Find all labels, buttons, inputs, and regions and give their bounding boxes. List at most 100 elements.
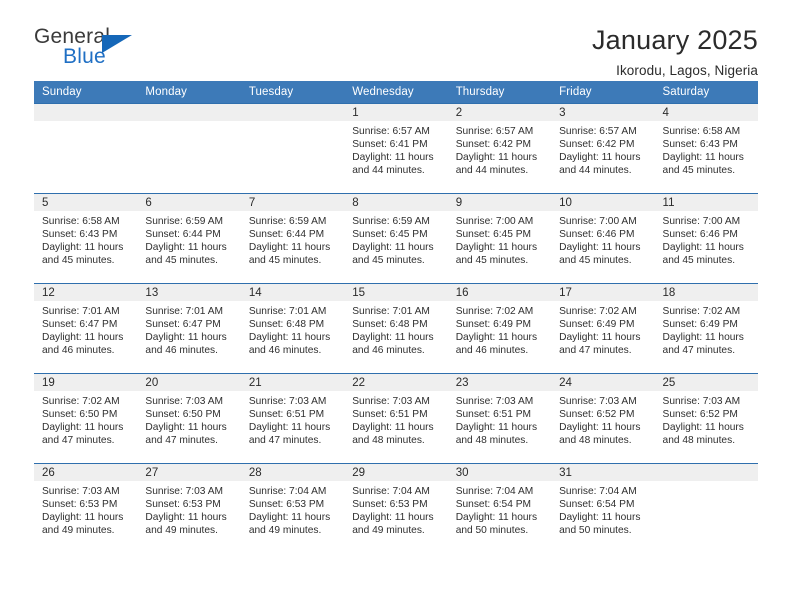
calendar-day-cell[interactable]: 18 Sunrise: 7:02 AM Sunset: 6:49 PM Dayligh… — [654, 283, 758, 374]
daylight-text-line1: Daylight: 11 hours — [662, 332, 744, 344]
calendar-day-cell[interactable]: 25 Sunrise: 7:03 AM Sunset: 6:52 PM Dayligh… — [654, 373, 758, 464]
calendar-day-cell[interactable]: 15 Sunrise: 7:01 AM Sunset: 6:48 PM Dayligh… — [344, 283, 448, 374]
daylight-text-line1: Daylight: 11 hours — [455, 422, 538, 434]
sunrise-text: Sunrise: 7:03 AM — [455, 396, 534, 407]
day-details: Sunrise: 7:00 AM Sunset: 6:46 PM Daylight:… — [551, 211, 654, 267]
calendar-day-cell[interactable]: 6 Sunrise: 6:59 AM Sunset: 6:44 PM Daylight… — [137, 193, 241, 284]
day-details: Sunrise: 7:02 AM Sunset: 6:49 PM Daylight:… — [655, 301, 758, 357]
calendar-day-cell[interactable]: 22 Sunrise: 7:03 AM Sunset: 6:51 PM Dayligh… — [344, 373, 448, 464]
sunset-text: Sunset: 6:51 PM — [455, 409, 532, 421]
daylight-text-line1: Daylight: 11 hours — [145, 422, 227, 434]
daylight-text-line2: and 45 minutes. — [662, 255, 736, 267]
sunrise-text: Sunrise: 7:02 AM — [42, 396, 120, 407]
calendar-day-cell[interactable]: 4 Sunrise: 6:58 AM Sunset: 6:43 PM Daylight… — [654, 103, 758, 194]
day-cell-inner: 24 Sunrise: 7:03 AM Sunset: 6:52 PM Dayligh… — [551, 374, 655, 463]
daylight-text-line1: Daylight: 11 hours — [559, 512, 641, 524]
daylight-text-line2: and 46 minutes. — [145, 345, 218, 357]
day-number: 15 — [344, 284, 448, 301]
daylight-text-line2: and 44 minutes. — [559, 165, 632, 177]
sunset-text: Sunset: 6:41 PM — [352, 139, 428, 151]
day-number: 21 — [240, 374, 345, 391]
sunrise-text: Sunrise: 6:58 AM — [662, 126, 741, 137]
calendar-day-cell[interactable]: 20 Sunrise: 7:03 AM Sunset: 6:50 PM Dayligh… — [137, 373, 241, 464]
day-number: 26 — [34, 464, 138, 481]
day-number: 5 — [34, 194, 138, 211]
calendar-day-cell[interactable]: 7 Sunrise: 6:59 AM Sunset: 6:44 PM Daylight… — [240, 193, 345, 284]
daylight-text-line1: Daylight: 11 hours — [352, 332, 434, 344]
day-cell-inner: 28 Sunrise: 7:04 AM Sunset: 6:53 PM Dayligh… — [240, 464, 345, 548]
weekday-header-monday: Monday — [137, 81, 241, 104]
day-number: 7 — [240, 194, 345, 211]
day-details: Sunrise: 7:00 AM Sunset: 6:45 PM Daylight:… — [448, 211, 551, 267]
sunrise-text: Sunrise: 6:57 AM — [352, 126, 430, 137]
daylight-text-line1: Daylight: 11 hours — [559, 242, 641, 254]
sunrise-text: Sunrise: 7:02 AM — [455, 306, 534, 317]
calendar-day-cell[interactable]: 9 Sunrise: 7:00 AM Sunset: 6:45 PM Daylight… — [447, 193, 552, 284]
daylight-text-line1: Daylight: 11 hours — [559, 332, 641, 344]
day-details: Sunrise: 6:57 AM Sunset: 6:41 PM Daylight:… — [344, 121, 447, 177]
daylight-text-line2: and 44 minutes. — [455, 165, 529, 177]
calendar-day-cell[interactable]: 27 Sunrise: 7:03 AM Sunset: 6:53 PM Dayligh… — [137, 463, 241, 548]
day-cell-inner: 8 Sunrise: 6:59 AM Sunset: 6:45 PM Daylight… — [344, 194, 448, 283]
calendar-week-row: 12 Sunrise: 7:01 AM Sunset: 6:47 PM Dayligh… — [34, 283, 758, 374]
sunrise-text: Sunrise: 7:02 AM — [662, 306, 741, 317]
day-number: 11 — [654, 194, 758, 211]
day-details: Sunrise: 7:02 AM Sunset: 6:50 PM Daylight:… — [34, 391, 137, 447]
calendar-day-cell[interactable]: 12 Sunrise: 7:01 AM Sunset: 6:47 PM Dayligh… — [34, 283, 138, 374]
day-details: Sunrise: 7:00 AM Sunset: 6:46 PM Daylight:… — [655, 211, 758, 267]
weekday-header-tuesday: Tuesday — [240, 81, 345, 104]
sunrise-text: Sunrise: 7:03 AM — [42, 486, 120, 497]
daylight-text-line2: and 45 minutes. — [145, 255, 218, 267]
sunset-text: Sunset: 6:54 PM — [455, 499, 532, 511]
calendar-day-cell[interactable]: 21 Sunrise: 7:03 AM Sunset: 6:51 PM Dayligh… — [240, 373, 345, 464]
sunset-text: Sunset: 6:47 PM — [145, 319, 221, 331]
calendar-day-cell[interactable]: 24 Sunrise: 7:03 AM Sunset: 6:52 PM Dayligh… — [551, 373, 655, 464]
calendar-day-cell[interactable]: 17 Sunrise: 7:02 AM Sunset: 6:49 PM Dayligh… — [551, 283, 655, 374]
day-cell-inner: 27 Sunrise: 7:03 AM Sunset: 6:53 PM Dayligh… — [137, 464, 241, 548]
calendar-day-cell[interactable]: 3 Sunrise: 6:57 AM Sunset: 6:42 PM Daylight… — [551, 103, 655, 194]
sunset-text: Sunset: 6:52 PM — [559, 409, 635, 421]
daylight-text-line1: Daylight: 11 hours — [352, 242, 434, 254]
day-number: 12 — [34, 284, 138, 301]
calendar-day-cell[interactable]: 16 Sunrise: 7:02 AM Sunset: 6:49 PM Dayligh… — [447, 283, 552, 374]
calendar-day-cell[interactable]: 10 Sunrise: 7:00 AM Sunset: 6:46 PM Dayligh… — [551, 193, 655, 284]
day-cell-inner: 30 Sunrise: 7:04 AM Sunset: 6:54 PM Dayligh… — [447, 464, 552, 548]
calendar-day-cell[interactable]: 13 Sunrise: 7:01 AM Sunset: 6:47 PM Dayligh… — [137, 283, 241, 374]
daylight-text-line2: and 48 minutes. — [455, 435, 529, 447]
logo-word-blue: Blue — [63, 45, 106, 68]
sunset-text: Sunset: 6:42 PM — [559, 139, 635, 151]
calendar-day-cell[interactable]: 19 Sunrise: 7:02 AM Sunset: 6:50 PM Dayligh… — [34, 373, 138, 464]
daylight-text-line1: Daylight: 11 hours — [455, 332, 538, 344]
calendar-day-cell[interactable]: 8 Sunrise: 6:59 AM Sunset: 6:45 PM Daylight… — [344, 193, 448, 284]
daylight-text-line2: and 45 minutes. — [352, 255, 425, 267]
daylight-text-line1: Daylight: 11 hours — [455, 512, 538, 524]
calendar-day-cell[interactable]: 26 Sunrise: 7:03 AM Sunset: 6:53 PM Dayligh… — [34, 463, 138, 548]
calendar-day-cell[interactable]: 23 Sunrise: 7:03 AM Sunset: 6:51 PM Dayligh… — [447, 373, 552, 464]
sunset-text: Sunset: 6:49 PM — [455, 319, 532, 331]
calendar-week-row: 5 Sunrise: 6:58 AM Sunset: 6:43 PM Daylight… — [34, 193, 758, 284]
day-number: 13 — [137, 284, 241, 301]
calendar-day-cell[interactable]: 14 Sunrise: 7:01 AM Sunset: 6:48 PM Dayligh… — [240, 283, 345, 374]
day-details: Sunrise: 7:03 AM Sunset: 6:53 PM Daylight:… — [34, 481, 137, 537]
sunrise-text: Sunrise: 7:03 AM — [662, 396, 741, 407]
day-number — [654, 464, 758, 481]
day-number: 16 — [447, 284, 552, 301]
daylight-text-line2: and 47 minutes. — [248, 435, 322, 447]
calendar-day-cell[interactable]: 31 Sunrise: 7:04 AM Sunset: 6:54 PM Dayligh… — [551, 463, 655, 548]
sunrise-text: Sunrise: 6:59 AM — [352, 216, 430, 227]
calendar-day-cell[interactable]: 1 Sunrise: 6:57 AM Sunset: 6:41 PM Daylight… — [344, 103, 448, 194]
generalblue-logo[interactable]: General Blue — [34, 26, 164, 78]
calendar-day-cell[interactable]: 11 Sunrise: 7:00 AM Sunset: 6:46 PM Dayligh… — [654, 193, 758, 284]
calendar-day-cell[interactable]: 29 Sunrise: 7:04 AM Sunset: 6:53 PM Dayligh… — [344, 463, 448, 548]
daylight-text-line1: Daylight: 11 hours — [352, 152, 434, 164]
day-number: 20 — [137, 374, 241, 391]
daylight-text-line2: and 47 minutes. — [42, 435, 115, 447]
calendar-day-cell[interactable]: 30 Sunrise: 7:04 AM Sunset: 6:54 PM Dayligh… — [447, 463, 552, 548]
calendar-day-cell[interactable]: 28 Sunrise: 7:04 AM Sunset: 6:53 PM Dayligh… — [240, 463, 345, 548]
sunset-text: Sunset: 6:50 PM — [145, 409, 221, 421]
day-cell-inner: 11 Sunrise: 7:00 AM Sunset: 6:46 PM Dayligh… — [654, 194, 758, 283]
sunrise-text: Sunrise: 7:00 AM — [455, 216, 534, 227]
daylight-text-line1: Daylight: 11 hours — [352, 512, 434, 524]
calendar-day-cell[interactable]: 5 Sunrise: 6:58 AM Sunset: 6:43 PM Daylight… — [34, 193, 138, 284]
calendar-day-cell[interactable]: 2 Sunrise: 6:57 AM Sunset: 6:42 PM Daylight… — [447, 103, 552, 194]
